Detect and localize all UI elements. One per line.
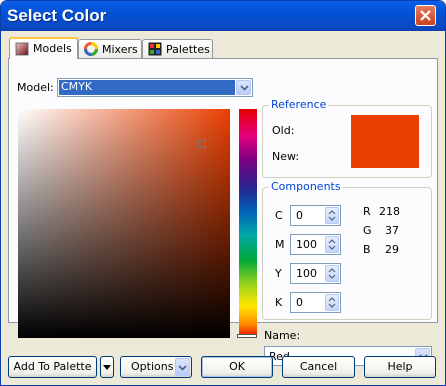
- close-button[interactable]: [415, 5, 436, 26]
- new-label: New:: [272, 150, 300, 163]
- m-value-spinner[interactable]: 100: [290, 234, 341, 255]
- spin-arrows-icon: [328, 239, 336, 250]
- k-value: 0: [296, 296, 303, 309]
- select-color-dialog: Select Color Models Mixers Palettes Mode…: [0, 0, 446, 386]
- help-button[interactable]: Help: [364, 356, 436, 378]
- components-group: Components C 0 M 100 Y 100 K 0 R 218 G 3…: [262, 180, 432, 320]
- y-value: 100: [296, 267, 317, 280]
- model-select[interactable]: CMYK: [57, 78, 253, 97]
- close-icon: [420, 10, 431, 21]
- tab-mixers[interactable]: Mixers: [78, 39, 142, 58]
- tab-models-label: Models: [33, 42, 72, 55]
- y-value-spinner[interactable]: 100: [290, 263, 341, 284]
- c-label: C: [275, 209, 283, 222]
- r-label: R: [363, 205, 371, 218]
- ok-button[interactable]: OK: [201, 356, 273, 378]
- dialog-body: Models Mixers Palettes Model: CMYK Refer…: [4, 31, 442, 384]
- options-dropdown-button[interactable]: [175, 358, 190, 376]
- options-button[interactable]: Options: [120, 356, 192, 378]
- r-value: 218: [379, 205, 400, 218]
- add-to-palette-button[interactable]: Add To Palette: [8, 356, 97, 378]
- chevron-down-icon: [178, 365, 187, 371]
- color-swatch: [351, 115, 419, 168]
- add-to-palette-label: Add To Palette: [13, 360, 92, 373]
- color-field[interactable]: [18, 109, 230, 338]
- chevron-down-icon: [240, 85, 249, 91]
- model-dropdown-button[interactable]: [236, 80, 251, 95]
- add-to-palette-dropdown-button[interactable]: [100, 356, 114, 378]
- models-icon: [15, 42, 29, 56]
- tab-models[interactable]: Models: [9, 37, 78, 59]
- rgb-readout: R 218 G 37 B 29: [361, 202, 401, 264]
- m-value: 100: [296, 238, 317, 251]
- cancel-label: Cancel: [299, 360, 338, 373]
- help-label: Help: [387, 360, 413, 373]
- palette-grid-icon: [148, 42, 162, 56]
- tab-palettes-label: Palettes: [166, 43, 210, 56]
- y-label: Y: [275, 267, 282, 280]
- reference-title: Reference: [269, 98, 329, 111]
- hue-slider[interactable]: [237, 109, 257, 338]
- components-title: Components: [269, 180, 343, 193]
- options-label: Options: [131, 360, 174, 373]
- g-label: G: [363, 224, 372, 237]
- c-value: 0: [296, 209, 303, 222]
- model-label: Model:: [17, 81, 54, 94]
- model-value: CMYK: [61, 80, 93, 93]
- g-value: 37: [385, 224, 399, 237]
- old-color-swatch: [351, 115, 419, 142]
- reference-group: Reference Old: New:: [262, 98, 432, 178]
- b-label: B: [363, 243, 371, 256]
- hue-slider-handle[interactable]: [237, 334, 257, 338]
- spin-arrows-icon: [328, 210, 336, 221]
- spin-arrows-icon: [328, 297, 336, 308]
- ok-label: OK: [229, 360, 245, 373]
- b-value: 29: [385, 243, 399, 256]
- old-label: Old:: [272, 124, 295, 137]
- spin-arrows-icon: [328, 268, 336, 279]
- tab-mixers-label: Mixers: [102, 43, 138, 56]
- name-label: Name:: [264, 329, 301, 342]
- tab-panel-models: Model: CMYK Reference Old: New: Componen…: [8, 58, 438, 366]
- k-spin-arrows[interactable]: [325, 294, 339, 311]
- k-label: K: [275, 296, 283, 309]
- m-label: M: [275, 238, 285, 251]
- c-spin-arrows[interactable]: [325, 207, 339, 224]
- y-spin-arrows[interactable]: [325, 265, 339, 282]
- m-spin-arrows[interactable]: [325, 236, 339, 253]
- color-field-cursor[interactable]: [198, 140, 206, 148]
- triangle-down-icon: [103, 365, 111, 370]
- k-value-spinner[interactable]: 0: [290, 292, 341, 313]
- new-color-swatch: [351, 142, 419, 168]
- tab-palettes[interactable]: Palettes: [142, 39, 213, 58]
- c-value-spinner[interactable]: 0: [290, 205, 341, 226]
- cancel-button[interactable]: Cancel: [282, 356, 355, 378]
- color-wheel-icon: [84, 42, 98, 56]
- title-bar[interactable]: Select Color: [1, 1, 445, 31]
- window-title: Select Color: [7, 6, 107, 25]
